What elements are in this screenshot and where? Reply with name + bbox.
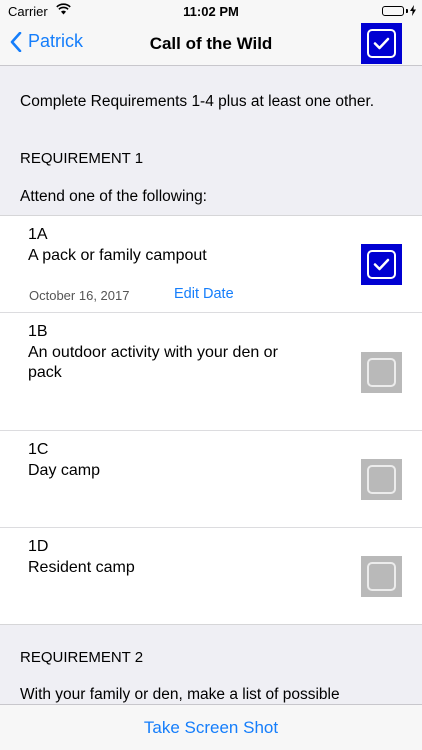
item-description: An outdoor activity with your den or pac… xyxy=(28,344,278,381)
item-code: 1A xyxy=(28,226,48,243)
checkmark-icon xyxy=(367,29,396,58)
list-item-1c[interactable]: 1C Day camp xyxy=(0,431,422,528)
item-1d-checkbox[interactable] xyxy=(361,556,402,597)
edit-date-button[interactable]: Edit Date xyxy=(174,286,234,302)
empty-checkbox-icon xyxy=(367,465,396,494)
item-description: A pack or family campout xyxy=(28,247,207,264)
empty-checkbox-icon xyxy=(367,358,396,387)
checkmark-icon xyxy=(367,250,396,279)
navigation-bar: Patrick Call of the Wild xyxy=(0,22,422,66)
requirement-1-list: 1A A pack or family campout October 16, … xyxy=(0,215,422,625)
item-code: 1D xyxy=(28,538,49,555)
item-1a-checkbox[interactable] xyxy=(361,244,402,285)
completion-date: October 16, 2017 xyxy=(29,288,130,303)
item-1b-checkbox[interactable] xyxy=(361,352,402,393)
list-item-1a[interactable]: 1A A pack or family campout October 16, … xyxy=(0,216,422,313)
take-screenshot-button[interactable]: Take Screen Shot xyxy=(144,718,278,738)
clock: 11:02 PM xyxy=(183,4,239,19)
list-item-1d[interactable]: 1D Resident camp xyxy=(0,528,422,624)
intro-text: Complete Requirements 1-4 plus at least … xyxy=(20,93,375,110)
requirement-2-text: With your family or den, make a list of … xyxy=(20,686,340,703)
item-code: 1C xyxy=(28,441,49,458)
requirement-2-heading: REQUIREMENT 2 xyxy=(20,649,144,666)
bottom-toolbar: Take Screen Shot xyxy=(0,704,422,750)
item-description: Day camp xyxy=(28,462,101,479)
charging-bolt-icon xyxy=(410,5,416,16)
page-title: Call of the Wild xyxy=(149,34,273,53)
requirement-1-heading: REQUIREMENT 1 xyxy=(20,150,144,167)
item-1c-checkbox[interactable] xyxy=(361,459,402,500)
battery-icon xyxy=(382,5,416,16)
requirement-1-subheading: Attend one of the following: xyxy=(20,188,207,205)
list-item-1b[interactable]: 1B An outdoor activity with your den or … xyxy=(0,313,422,431)
item-description: Resident camp xyxy=(28,559,135,576)
item-code: 1B xyxy=(28,323,48,340)
empty-checkbox-icon xyxy=(367,562,396,591)
adventure-complete-checkbox[interactable] xyxy=(361,23,402,64)
status-bar: Carrier 11:02 PM xyxy=(0,0,422,22)
